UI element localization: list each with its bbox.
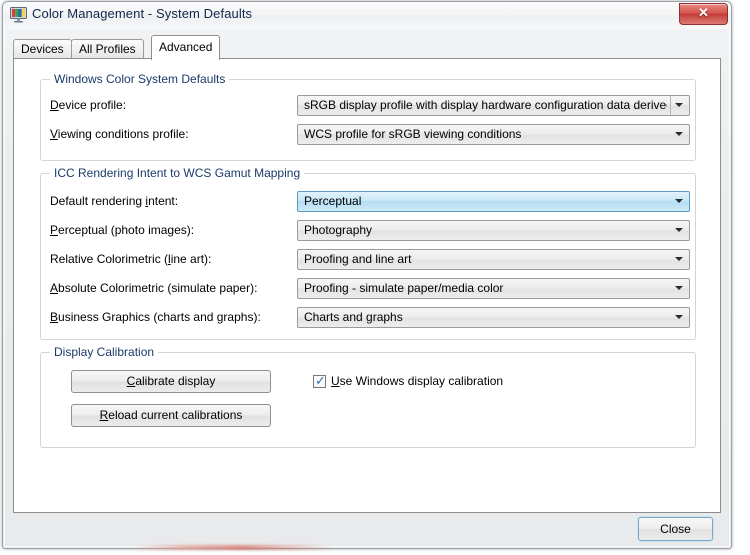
check-icon: ✓ bbox=[315, 373, 326, 388]
use-windows-display-calibration-label: Use Windows display calibration bbox=[331, 374, 503, 388]
window-close-button[interactable]: ✕ bbox=[679, 3, 728, 25]
label-device-profile: Device profile: bbox=[50, 98, 126, 112]
use-windows-display-calibration-checkbox[interactable]: ✓ bbox=[313, 373, 326, 388]
label-relative-prefix: Relative Colorimetric ( bbox=[50, 252, 169, 266]
label-default-intent-prefix: Default rendering bbox=[50, 194, 146, 208]
window-title: Color Management - System Defaults bbox=[32, 6, 253, 21]
combo-business-graphics-value: Charts and graphs bbox=[304, 310, 403, 324]
group-icc-rendering-intent: ICC Rendering Intent to WCS Gamut Mappin… bbox=[40, 166, 696, 340]
title-bar: Color Management - System Defaults ✕ bbox=[3, 2, 731, 29]
tab-advanced[interactable]: Advanced bbox=[151, 35, 221, 60]
label-perceptual-accesskey: P bbox=[50, 223, 59, 237]
group-display-calibration: Display Calibration Calibrate display Re… bbox=[40, 345, 696, 448]
advanced-tab-panel: Windows Color System Defaults Device pro… bbox=[13, 58, 721, 513]
label-absolute-colorimetric: Absolute Colorimetric (simulate paper): bbox=[50, 281, 257, 295]
chevron-down-icon bbox=[675, 315, 683, 319]
chevron-down-icon bbox=[675, 228, 683, 232]
group-title-icc-mapping: ICC Rendering Intent to WCS Gamut Mappin… bbox=[50, 166, 305, 180]
combo-relative-colorimetric[interactable]: Proofing and line art bbox=[297, 249, 690, 270]
reload-suffix: eload current calibrations bbox=[108, 408, 243, 422]
label-device-profile-suffix: evice profile: bbox=[58, 98, 127, 112]
combo-relative-colorimetric-value: Proofing and line art bbox=[304, 252, 412, 266]
label-business-suffix: usiness Graphics (charts and graphs): bbox=[58, 310, 261, 324]
close-icon: ✕ bbox=[698, 5, 709, 20]
calibrate-display-label: Calibrate display bbox=[127, 374, 216, 388]
reload-current-calibrations-button[interactable]: Reload current calibrations bbox=[71, 404, 271, 427]
label-default-intent-suffix: ntent: bbox=[148, 194, 179, 208]
combo-absolute-colorimetric-value: Proofing - simulate paper/media color bbox=[304, 281, 504, 295]
label-default-rendering-intent: Default rendering intent: bbox=[50, 194, 178, 208]
reload-accesskey: R bbox=[99, 408, 109, 422]
chevron-down-icon bbox=[675, 286, 683, 290]
label-absolute-accesskey: A bbox=[50, 281, 59, 295]
label-absolute-suffix: bsolute Colorimetric (simulate paper): bbox=[58, 281, 258, 295]
calibrate-accesskey: C bbox=[126, 374, 136, 388]
tab-all-profiles[interactable]: All Profiles bbox=[71, 39, 144, 58]
label-relative-suffix: ine art): bbox=[170, 252, 212, 266]
group-windows-color-system-defaults: Windows Color System Defaults Device pro… bbox=[40, 72, 696, 161]
combo-device-profile-value: sRGB display profile with display hardwa… bbox=[304, 98, 667, 112]
combo-viewing-conditions-profile[interactable]: WCS profile for sRGB viewing conditions bbox=[297, 124, 690, 145]
chevron-down-icon bbox=[675, 257, 683, 261]
combo-viewing-conditions-value: WCS profile for sRGB viewing conditions bbox=[304, 127, 522, 141]
group-title-wcs-defaults: Windows Color System Defaults bbox=[50, 72, 230, 86]
combo-perceptual-value: Photography bbox=[304, 223, 373, 237]
calibrate-display-button[interactable]: Calibrate display bbox=[71, 370, 271, 393]
group-title-display-calibration: Display Calibration bbox=[50, 345, 159, 359]
chevron-down-icon bbox=[675, 199, 683, 203]
reload-calibrations-label: Reload current calibrations bbox=[100, 408, 243, 422]
combo-default-rendering-intent-value: Perceptual bbox=[304, 194, 362, 208]
label-viewing-accesskey: V bbox=[50, 127, 58, 141]
label-viewing-conditions-profile: Viewing conditions profile: bbox=[50, 127, 189, 141]
close-button[interactable]: Close bbox=[638, 517, 713, 541]
label-device-profile-accesskey: D bbox=[50, 98, 59, 112]
label-perceptual-suffix: erceptual (photo images): bbox=[58, 223, 195, 237]
checkbox-label-suffix: se Windows display calibration bbox=[339, 374, 504, 388]
label-business-graphics: Business Graphics (charts and graphs): bbox=[50, 310, 261, 324]
combo-business-graphics[interactable]: Charts and graphs bbox=[297, 307, 690, 328]
checkbox-label-accesskey: U bbox=[331, 374, 340, 388]
chevron-down-icon bbox=[675, 132, 683, 136]
combo-device-profile[interactable]: sRGB display profile with display hardwa… bbox=[297, 95, 690, 116]
combo-default-rendering-intent[interactable]: Perceptual bbox=[297, 191, 690, 212]
label-business-accesskey: B bbox=[50, 310, 59, 324]
label-viewing-suffix: iewing conditions profile: bbox=[57, 127, 189, 141]
tab-devices[interactable]: Devices bbox=[13, 39, 72, 58]
dialog-footer: Close bbox=[3, 513, 731, 548]
chevron-down-icon bbox=[675, 103, 683, 107]
color-management-window: Color Management - System Defaults ✕ Dev… bbox=[2, 1, 732, 550]
label-relative-colorimetric: Relative Colorimetric (line art): bbox=[50, 252, 211, 266]
color-monitor-icon bbox=[10, 7, 27, 23]
combo-perceptual[interactable]: Photography bbox=[297, 220, 690, 241]
combo-absolute-colorimetric[interactable]: Proofing - simulate paper/media color bbox=[297, 278, 690, 299]
label-perceptual: Perceptual (photo images): bbox=[50, 223, 194, 237]
calibrate-suffix: alibrate display bbox=[135, 374, 216, 388]
